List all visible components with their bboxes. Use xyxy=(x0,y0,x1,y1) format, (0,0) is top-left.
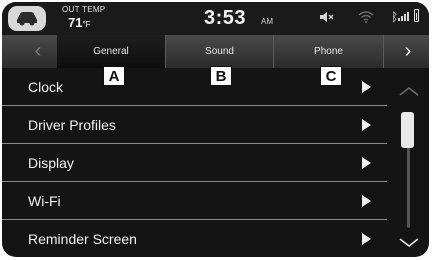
settings-tab-bar: ‹ General Sound Phone › xyxy=(2,35,429,68)
temp-number: 71 xyxy=(68,15,83,30)
signal-strength-icon xyxy=(398,12,409,21)
tab-sound[interactable]: Sound xyxy=(165,35,273,68)
list-item-label: Display xyxy=(28,155,74,171)
list-item-label: Clock xyxy=(28,79,64,95)
outside-temp-value: 71°F xyxy=(68,15,91,30)
status-bar: OUT TEMP 71°F 3:53 AM ᛒ xyxy=(2,2,429,35)
list-item-display[interactable]: Display xyxy=(2,144,387,182)
clock-ampm: AM xyxy=(261,17,273,26)
tab-prev-arrow[interactable]: ‹ xyxy=(14,35,62,68)
callout-b: B xyxy=(210,66,232,86)
list-item-reminder-screen[interactable]: Reminder Screen xyxy=(2,220,387,257)
battery-icon xyxy=(414,9,419,22)
clock-time: 3:53 xyxy=(204,7,247,29)
tab-next-arrow[interactable]: › xyxy=(384,35,429,68)
scroll-down-icon[interactable] xyxy=(398,238,420,248)
play-arrow-icon xyxy=(362,233,371,245)
settings-list: Clock Driver Profiles Display Wi-Fi Remi… xyxy=(2,68,387,257)
list-item-wifi[interactable]: Wi-Fi xyxy=(2,182,387,220)
play-arrow-icon xyxy=(362,81,371,93)
temp-unit: °F xyxy=(82,20,91,29)
tab-general[interactable]: General xyxy=(57,35,165,68)
scroll-up-icon[interactable] xyxy=(398,86,420,96)
list-item-label: Reminder Screen xyxy=(28,231,137,247)
list-item-driver-profiles[interactable]: Driver Profiles xyxy=(2,106,387,144)
callout-c: C xyxy=(320,66,342,86)
callout-a: A xyxy=(103,66,125,86)
tab-phone[interactable]: Phone xyxy=(273,35,384,68)
play-arrow-icon xyxy=(362,157,371,169)
wifi-icon xyxy=(358,11,374,23)
infotainment-screen: OUT TEMP 71°F 3:53 AM ᛒ ‹ General Sound … xyxy=(2,2,429,257)
play-arrow-icon xyxy=(362,119,371,131)
car-home-icon[interactable] xyxy=(8,6,46,31)
list-item-label: Wi-Fi xyxy=(28,193,61,209)
scrollbar-thumb[interactable] xyxy=(401,112,414,148)
mute-icon xyxy=(320,12,334,22)
play-arrow-icon xyxy=(362,195,371,207)
list-item-label: Driver Profiles xyxy=(28,117,116,133)
outside-temp-label: OUT TEMP xyxy=(62,5,106,14)
